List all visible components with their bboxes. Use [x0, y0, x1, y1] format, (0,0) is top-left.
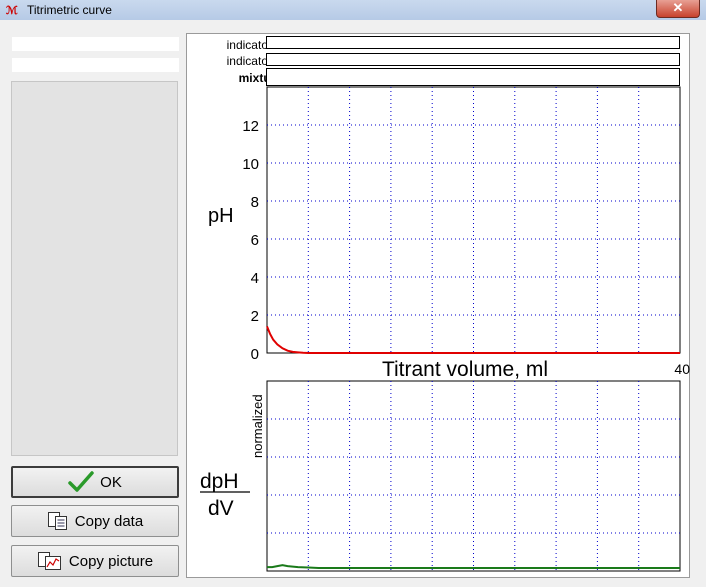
copy-data-button[interactable]: Copy data [11, 505, 179, 537]
left-panel [11, 81, 178, 456]
copy-picture-icon [37, 551, 63, 571]
window-title: Titrimetric curve [27, 3, 112, 17]
title-bar: ℳ Titrimetric curve ✕ [0, 0, 706, 20]
checkmark-icon [68, 471, 94, 493]
copy-data-icon [47, 511, 69, 531]
chart-panel [186, 33, 690, 578]
copy-data-label: Copy data [74, 512, 144, 530]
copy-picture-label: Copy picture [68, 552, 154, 570]
mixture-bar [266, 68, 680, 86]
ok-button[interactable]: OK [11, 466, 179, 498]
close-button[interactable]: ✕ [656, 0, 700, 18]
info-field-2 [11, 57, 180, 73]
copy-picture-button[interactable]: Copy picture [11, 545, 179, 577]
app-icon: ℳ [6, 5, 18, 17]
ok-label: OK [100, 473, 122, 491]
close-icon: ✕ [672, 0, 684, 15]
indicator-1-bar [266, 36, 680, 49]
indicator-2-bar [266, 53, 680, 66]
info-field-1 [11, 36, 180, 52]
